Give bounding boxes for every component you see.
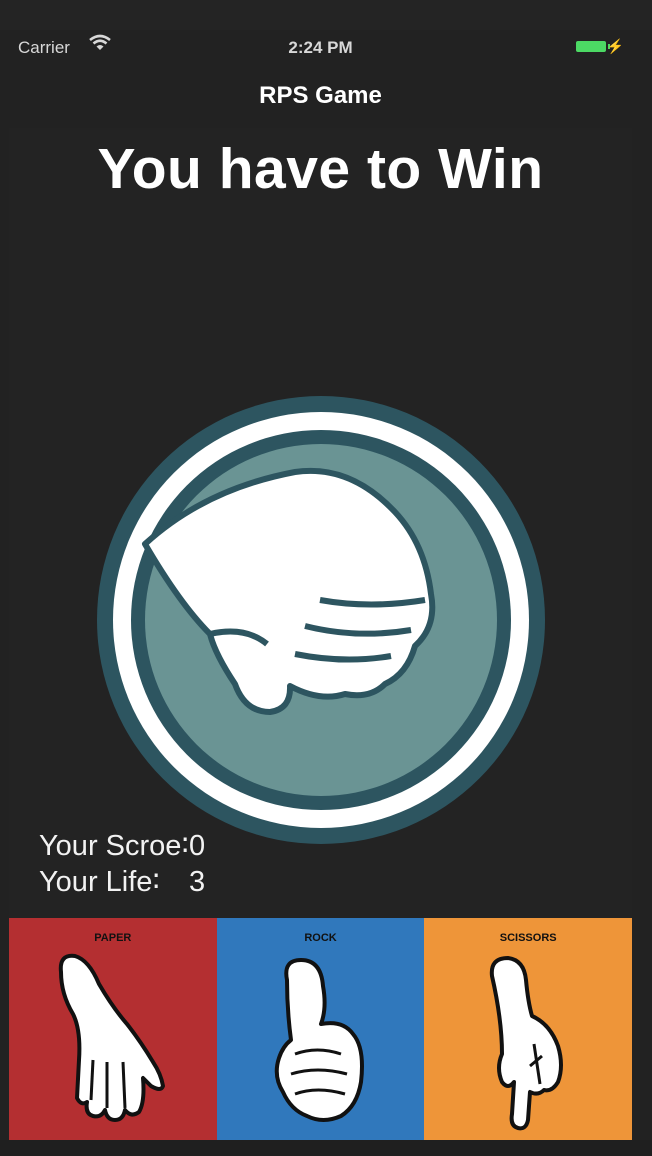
status-bar: Carrier 2:24 PM ⚡ bbox=[9, 30, 632, 64]
scissors-label: SCISSORS bbox=[499, 932, 557, 944]
life-value: 3 bbox=[189, 866, 206, 898]
paper-hand-icon bbox=[58, 953, 165, 1122]
choice-bar: PAPER ROCK SCISSORS bbox=[9, 918, 633, 1140]
battery-icon bbox=[576, 41, 606, 52]
app-screen: Carrier 2:24 PM ⚡ RPS Game You have to W… bbox=[0, 0, 652, 1156]
game-area: You have to Win Your Scroe∶0 Your Life∶ 3 bbox=[9, 128, 632, 918]
score-value: 0 bbox=[189, 830, 206, 862]
nav-title: RPS Game bbox=[259, 82, 382, 109]
navigation-bar: RPS Game bbox=[9, 64, 632, 128]
charging-icon: ⚡ bbox=[606, 38, 624, 54]
stats-panel: Your Scroe∶0 Your Life∶ 3 bbox=[39, 828, 205, 900]
rock-label: ROCK bbox=[304, 932, 337, 944]
scissors-hand-icon bbox=[490, 956, 564, 1131]
life-label: Your Life∶ bbox=[39, 866, 160, 898]
bottom-chrome bbox=[0, 1140, 652, 1156]
rock-button[interactable]: ROCK bbox=[216, 918, 425, 1140]
page-title: You have to Win bbox=[97, 137, 544, 201]
rock-fist-icon bbox=[274, 958, 364, 1122]
scissors-button[interactable]: SCISSORS bbox=[424, 918, 633, 1140]
paper-button[interactable]: PAPER bbox=[9, 918, 217, 1140]
status-time: 2:24 PM bbox=[288, 38, 353, 57]
score-row: Your Scroe∶0 bbox=[39, 828, 205, 864]
life-row: Your Life∶ 3 bbox=[39, 864, 205, 900]
paper-label: PAPER bbox=[94, 932, 132, 944]
score-label: Your Scroe∶ bbox=[39, 830, 189, 862]
paper-hand-icon bbox=[95, 394, 547, 846]
top-chrome bbox=[0, 0, 652, 30]
